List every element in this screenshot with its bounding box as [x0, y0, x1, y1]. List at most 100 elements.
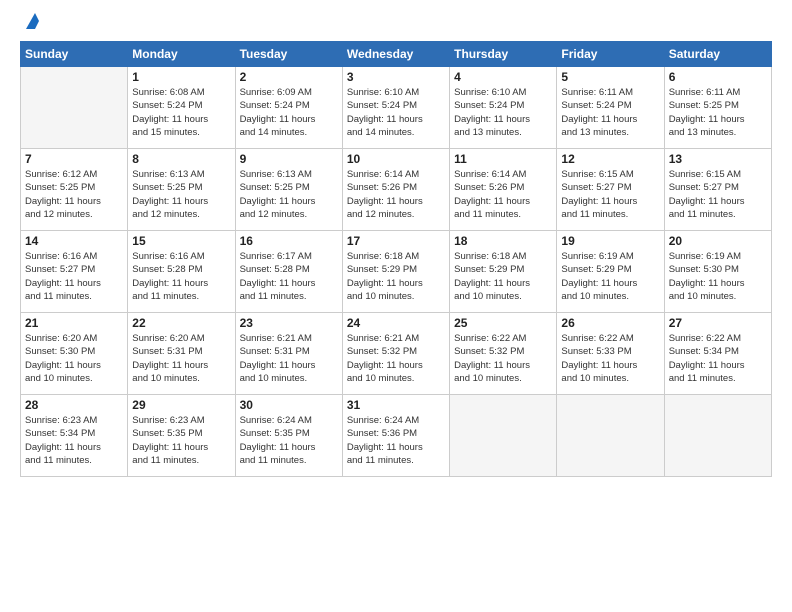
calendar-cell: 17 Sunrise: 6:18 AM Sunset: 5:29 PM Dayli…	[342, 231, 449, 313]
day-info: Sunrise: 6:13 AM Sunset: 5:25 PM Dayligh…	[240, 168, 338, 221]
day-info: Sunrise: 6:10 AM Sunset: 5:24 PM Dayligh…	[347, 86, 445, 139]
day-info: Sunrise: 6:23 AM Sunset: 5:35 PM Dayligh…	[132, 414, 230, 467]
calendar: SundayMondayTuesdayWednesdayThursdayFrid…	[20, 41, 772, 477]
day-number: 1	[132, 70, 230, 84]
day-number: 9	[240, 152, 338, 166]
calendar-cell: 12 Sunrise: 6:15 AM Sunset: 5:27 PM Dayli…	[557, 149, 664, 231]
calendar-cell: 8 Sunrise: 6:13 AM Sunset: 5:25 PM Daylig…	[128, 149, 235, 231]
day-info: Sunrise: 6:19 AM Sunset: 5:29 PM Dayligh…	[561, 250, 659, 303]
calendar-cell: 20 Sunrise: 6:19 AM Sunset: 5:30 PM Dayli…	[664, 231, 771, 313]
weekday-header-monday: Monday	[128, 42, 235, 67]
calendar-cell	[664, 395, 771, 477]
day-number: 29	[132, 398, 230, 412]
day-info: Sunrise: 6:21 AM Sunset: 5:32 PM Dayligh…	[347, 332, 445, 385]
day-number: 2	[240, 70, 338, 84]
calendar-cell: 30 Sunrise: 6:24 AM Sunset: 5:35 PM Dayli…	[235, 395, 342, 477]
day-info: Sunrise: 6:18 AM Sunset: 5:29 PM Dayligh…	[347, 250, 445, 303]
calendar-cell	[21, 67, 128, 149]
calendar-cell: 5 Sunrise: 6:11 AM Sunset: 5:24 PM Daylig…	[557, 67, 664, 149]
day-number: 28	[25, 398, 123, 412]
day-number: 5	[561, 70, 659, 84]
calendar-cell: 26 Sunrise: 6:22 AM Sunset: 5:33 PM Dayli…	[557, 313, 664, 395]
day-number: 16	[240, 234, 338, 248]
day-number: 14	[25, 234, 123, 248]
weekday-header-sunday: Sunday	[21, 42, 128, 67]
day-info: Sunrise: 6:12 AM Sunset: 5:25 PM Dayligh…	[25, 168, 123, 221]
calendar-cell: 3 Sunrise: 6:10 AM Sunset: 5:24 PM Daylig…	[342, 67, 449, 149]
day-number: 15	[132, 234, 230, 248]
weekday-header-thursday: Thursday	[450, 42, 557, 67]
day-number: 6	[669, 70, 767, 84]
day-number: 18	[454, 234, 552, 248]
day-number: 25	[454, 316, 552, 330]
calendar-cell: 15 Sunrise: 6:16 AM Sunset: 5:28 PM Dayli…	[128, 231, 235, 313]
calendar-cell: 11 Sunrise: 6:14 AM Sunset: 5:26 PM Dayli…	[450, 149, 557, 231]
day-number: 19	[561, 234, 659, 248]
day-number: 7	[25, 152, 123, 166]
calendar-cell: 18 Sunrise: 6:18 AM Sunset: 5:29 PM Dayli…	[450, 231, 557, 313]
weekday-header-saturday: Saturday	[664, 42, 771, 67]
day-info: Sunrise: 6:15 AM Sunset: 5:27 PM Dayligh…	[561, 168, 659, 221]
day-info: Sunrise: 6:11 AM Sunset: 5:25 PM Dayligh…	[669, 86, 767, 139]
day-info: Sunrise: 6:20 AM Sunset: 5:31 PM Dayligh…	[132, 332, 230, 385]
day-info: Sunrise: 6:13 AM Sunset: 5:25 PM Dayligh…	[132, 168, 230, 221]
day-number: 30	[240, 398, 338, 412]
day-number: 10	[347, 152, 445, 166]
day-info: Sunrise: 6:14 AM Sunset: 5:26 PM Dayligh…	[347, 168, 445, 221]
day-number: 3	[347, 70, 445, 84]
day-info: Sunrise: 6:24 AM Sunset: 5:35 PM Dayligh…	[240, 414, 338, 467]
calendar-cell: 24 Sunrise: 6:21 AM Sunset: 5:32 PM Dayli…	[342, 313, 449, 395]
day-number: 12	[561, 152, 659, 166]
calendar-cell: 7 Sunrise: 6:12 AM Sunset: 5:25 PM Daylig…	[21, 149, 128, 231]
calendar-cell: 25 Sunrise: 6:22 AM Sunset: 5:32 PM Dayli…	[450, 313, 557, 395]
day-number: 17	[347, 234, 445, 248]
calendar-cell	[450, 395, 557, 477]
calendar-cell: 23Sunrise: 6:21 AM Sunset: 5:31 PM Dayli…	[235, 313, 342, 395]
weekday-header-wednesday: Wednesday	[342, 42, 449, 67]
calendar-cell: 28 Sunrise: 6:23 AM Sunset: 5:34 PM Dayli…	[21, 395, 128, 477]
calendar-cell: 19 Sunrise: 6:19 AM Sunset: 5:29 PM Dayli…	[557, 231, 664, 313]
weekday-header-friday: Friday	[557, 42, 664, 67]
calendar-cell: 10 Sunrise: 6:14 AM Sunset: 5:26 PM Dayli…	[342, 149, 449, 231]
page: SundayMondayTuesdayWednesdayThursdayFrid…	[0, 0, 792, 612]
day-info: Sunrise: 6:22 AM Sunset: 5:32 PM Dayligh…	[454, 332, 552, 385]
logo	[20, 15, 39, 31]
calendar-cell	[557, 395, 664, 477]
day-info: Sunrise: 6:09 AM Sunset: 5:24 PM Dayligh…	[240, 86, 338, 139]
day-info: Sunrise: 6:15 AM Sunset: 5:27 PM Dayligh…	[669, 168, 767, 221]
day-number: 24	[347, 316, 445, 330]
calendar-cell: 16 Sunrise: 6:17 AM Sunset: 5:28 PM Dayli…	[235, 231, 342, 313]
day-info: Sunrise: 6:24 AM Sunset: 5:36 PM Dayligh…	[347, 414, 445, 467]
day-number: 22	[132, 316, 230, 330]
calendar-cell: 27Sunrise: 6:22 AM Sunset: 5:34 PM Dayli…	[664, 313, 771, 395]
day-info: Sunrise: 6:21 AM Sunset: 5:31 PM Dayligh…	[240, 332, 338, 385]
day-number: 8	[132, 152, 230, 166]
day-info: Sunrise: 6:20 AM Sunset: 5:30 PM Dayligh…	[25, 332, 123, 385]
day-number: 11	[454, 152, 552, 166]
calendar-cell: 22 Sunrise: 6:20 AM Sunset: 5:31 PM Dayli…	[128, 313, 235, 395]
calendar-cell: 6 Sunrise: 6:11 AM Sunset: 5:25 PM Daylig…	[664, 67, 771, 149]
calendar-cell: 21Sunrise: 6:20 AM Sunset: 5:30 PM Dayli…	[21, 313, 128, 395]
calendar-cell: 9 Sunrise: 6:13 AM Sunset: 5:25 PM Daylig…	[235, 149, 342, 231]
calendar-cell: 31 Sunrise: 6:24 AM Sunset: 5:36 PM Dayli…	[342, 395, 449, 477]
day-info: Sunrise: 6:18 AM Sunset: 5:29 PM Dayligh…	[454, 250, 552, 303]
calendar-cell: 29 Sunrise: 6:23 AM Sunset: 5:35 PM Dayli…	[128, 395, 235, 477]
day-info: Sunrise: 6:23 AM Sunset: 5:34 PM Dayligh…	[25, 414, 123, 467]
day-info: Sunrise: 6:22 AM Sunset: 5:34 PM Dayligh…	[669, 332, 767, 385]
day-number: 20	[669, 234, 767, 248]
day-number: 26	[561, 316, 659, 330]
calendar-cell: 4Sunrise: 6:10 AM Sunset: 5:24 PM Daylig…	[450, 67, 557, 149]
day-info: Sunrise: 6:08 AM Sunset: 5:24 PM Dayligh…	[132, 86, 230, 139]
calendar-cell: 13Sunrise: 6:15 AM Sunset: 5:27 PM Dayli…	[664, 149, 771, 231]
calendar-cell: 14Sunrise: 6:16 AM Sunset: 5:27 PM Dayli…	[21, 231, 128, 313]
day-info: Sunrise: 6:19 AM Sunset: 5:30 PM Dayligh…	[669, 250, 767, 303]
day-info: Sunrise: 6:22 AM Sunset: 5:33 PM Dayligh…	[561, 332, 659, 385]
calendar-cell: 2 Sunrise: 6:09 AM Sunset: 5:24 PM Daylig…	[235, 67, 342, 149]
day-number: 31	[347, 398, 445, 412]
logo-icon	[21, 13, 39, 31]
day-info: Sunrise: 6:11 AM Sunset: 5:24 PM Dayligh…	[561, 86, 659, 139]
day-info: Sunrise: 6:10 AM Sunset: 5:24 PM Dayligh…	[454, 86, 552, 139]
day-info: Sunrise: 6:17 AM Sunset: 5:28 PM Dayligh…	[240, 250, 338, 303]
day-info: Sunrise: 6:14 AM Sunset: 5:26 PM Dayligh…	[454, 168, 552, 221]
day-info: Sunrise: 6:16 AM Sunset: 5:28 PM Dayligh…	[132, 250, 230, 303]
